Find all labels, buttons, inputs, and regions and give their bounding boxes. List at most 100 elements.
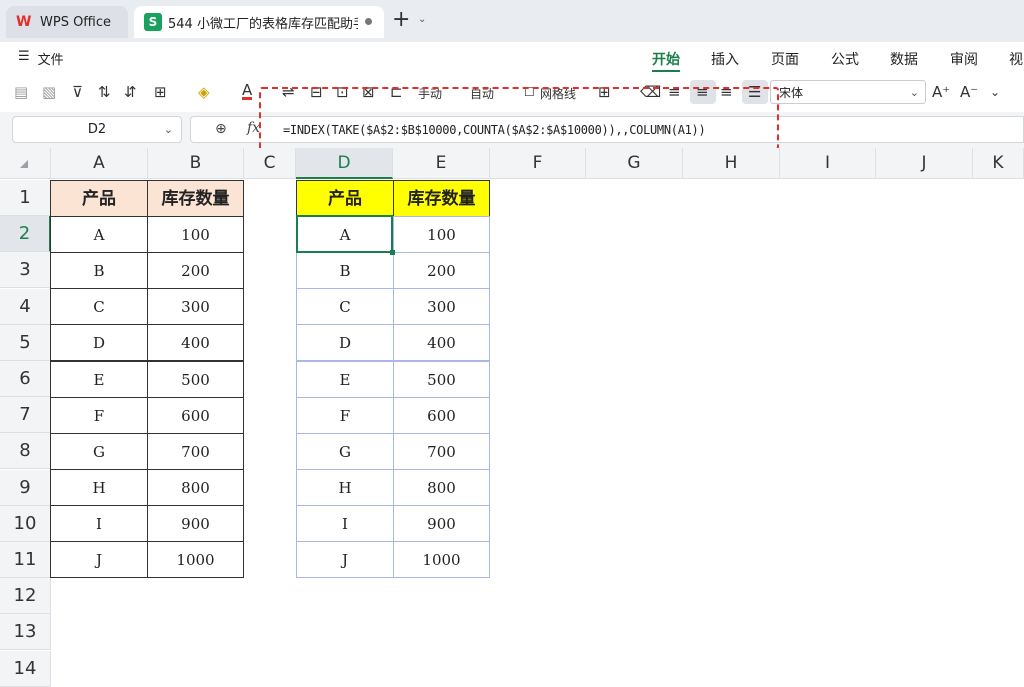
cell-product[interactable]: J	[296, 541, 394, 579]
ribbon-tab-formula[interactable]: 公式	[831, 49, 859, 69]
ribbon-tab-data[interactable]: 数据	[890, 49, 918, 69]
cell-stock-qty[interactable]: 200	[147, 252, 244, 290]
row-header-2[interactable]: 2	[0, 216, 51, 253]
cell-product[interactable]: H	[50, 469, 148, 507]
cell-product[interactable]: H	[296, 469, 394, 507]
cell-stock-qty[interactable]: 900	[393, 505, 490, 543]
cell-product[interactable]: G	[50, 432, 148, 470]
column-header-i[interactable]: I	[780, 148, 876, 179]
cell-stock-qty[interactable]: 400	[393, 324, 490, 362]
ribbon-tab-review[interactable]: 审阅	[950, 49, 978, 69]
fill-color-icon[interactable]: ◈	[198, 83, 210, 101]
cell-stock-qty[interactable]: 900	[147, 505, 244, 543]
filter-icon[interactable]: ⊽	[72, 83, 83, 101]
cell-stock-qty[interactable]: 500	[147, 360, 244, 398]
ribbon-tab-insert[interactable]: 插入	[711, 49, 739, 69]
cell-product[interactable]: F	[50, 396, 148, 434]
cell-product[interactable]: C	[50, 288, 148, 326]
font-name-select[interactable]: 宋体 ⌄	[770, 80, 926, 104]
cell-stock-qty[interactable]: 400	[147, 324, 244, 362]
column-header-f[interactable]: F	[490, 148, 586, 179]
row-header-11[interactable]: 11	[0, 542, 51, 578]
row-header-6[interactable]: 6	[0, 361, 51, 397]
column-header-k[interactable]: K	[973, 148, 1024, 179]
sort-ascending-icon[interactable]: ⇅	[98, 83, 111, 101]
row-header-9[interactable]: 9	[0, 469, 51, 506]
row-header-8[interactable]: 8	[0, 433, 51, 470]
name-box[interactable]: D2 ⌄	[12, 116, 182, 143]
cell-stock-qty[interactable]: 600	[147, 396, 244, 434]
cell-product[interactable]: D	[296, 324, 394, 362]
column-header-h[interactable]: H	[683, 148, 780, 179]
paste-icon[interactable]: ▤	[14, 83, 28, 101]
row-header-4[interactable]: 4	[0, 288, 51, 325]
file-menu[interactable]: ☰ 文件	[18, 49, 64, 68]
cell-product[interactable]: B	[50, 252, 148, 290]
more-chevron-icon[interactable]: ⌄	[990, 83, 1000, 101]
cell-stock-qty[interactable]: 100	[147, 216, 244, 253]
cell-stock-qty[interactable]: 1000	[393, 541, 490, 579]
row-header-10[interactable]: 10	[0, 505, 51, 542]
cell-stock-qty[interactable]: 300	[147, 288, 244, 326]
row-header-14[interactable]: 14	[0, 650, 51, 687]
cell-product[interactable]: C	[296, 288, 394, 326]
cell-product[interactable]: F	[296, 396, 394, 434]
column-header-g[interactable]: G	[586, 148, 683, 179]
column-header-a[interactable]: A	[51, 148, 148, 179]
cell-product[interactable]: E	[50, 360, 148, 398]
row-header-5[interactable]: 5	[0, 324, 51, 361]
new-tab-plus-icon[interactable]: +	[392, 9, 410, 31]
select-all-corner[interactable]	[0, 148, 51, 179]
increase-font-icon[interactable]: A⁺	[932, 83, 950, 101]
header-stock-qty[interactable]: 库存数量	[147, 180, 244, 217]
cell-stock-qty[interactable]: 1000	[147, 541, 244, 579]
column-header-d[interactable]: D	[296, 148, 393, 179]
cell-product[interactable]: D	[50, 324, 148, 362]
cell-stock-qty[interactable]: 600	[393, 396, 490, 434]
fill-handle[interactable]	[390, 250, 395, 255]
cell-product[interactable]: A	[50, 216, 148, 253]
header-product[interactable]: 产品	[296, 180, 394, 217]
row-header-12[interactable]: 12	[0, 578, 51, 615]
cell-product[interactable]: I	[296, 505, 394, 543]
unsaved-dot-icon[interactable]	[365, 18, 372, 25]
select-all-icon	[20, 160, 28, 168]
cell-product[interactable]: G	[296, 432, 394, 470]
tab-document[interactable]: S 544 小微工厂的表格库存匹配助手	[134, 6, 384, 38]
cell-stock-qty[interactable]: 100	[393, 216, 490, 253]
cell-product[interactable]: E	[296, 360, 394, 398]
column-header-b[interactable]: B	[148, 148, 244, 179]
sort-descending-icon[interactable]: ⇵	[124, 83, 137, 101]
active-cell-border	[296, 215, 393, 253]
row-header-3[interactable]: 3	[0, 252, 51, 289]
zoom-icon[interactable]: ⊕	[215, 121, 227, 137]
tab-list-chevron-icon[interactable]: ⌄	[418, 14, 426, 25]
cell-stock-qty[interactable]: 300	[393, 288, 490, 326]
font-name-value: 宋体	[779, 86, 804, 100]
ribbon-tab-view[interactable]: 视	[1009, 49, 1023, 69]
cell-product[interactable]: J	[50, 541, 148, 579]
cell-stock-qty[interactable]: 200	[393, 252, 490, 290]
column-header-c[interactable]: C	[244, 148, 296, 179]
format-painter-icon[interactable]: ▧	[42, 83, 56, 101]
row-header-7[interactable]: 7	[0, 397, 51, 434]
column-header-j[interactable]: J	[876, 148, 973, 179]
cell-product[interactable]: I	[50, 505, 148, 543]
cell-stock-qty[interactable]: 700	[393, 432, 490, 470]
cell-stock-qty[interactable]: 700	[147, 432, 244, 470]
header-product[interactable]: 产品	[50, 180, 148, 217]
ribbon-tab-home[interactable]: 开始	[652, 49, 680, 69]
row-header-1[interactable]: 1	[0, 180, 51, 216]
tab-wps-office[interactable]: W WPS Office	[6, 6, 128, 38]
border-icon[interactable]: ⊞	[154, 83, 167, 101]
ribbon-tab-page[interactable]: 页面	[771, 49, 799, 69]
cell-stock-qty[interactable]: 500	[393, 360, 490, 398]
cell-stock-qty[interactable]: 800	[393, 469, 490, 507]
column-header-e[interactable]: E	[393, 148, 490, 179]
header-stock-qty[interactable]: 库存数量	[393, 180, 490, 217]
font-color-icon[interactable]: A	[242, 83, 253, 100]
row-header-13[interactable]: 13	[0, 614, 51, 651]
cell-stock-qty[interactable]: 800	[147, 469, 244, 507]
decrease-font-icon[interactable]: A⁻	[960, 83, 978, 101]
cell-product[interactable]: B	[296, 252, 394, 290]
